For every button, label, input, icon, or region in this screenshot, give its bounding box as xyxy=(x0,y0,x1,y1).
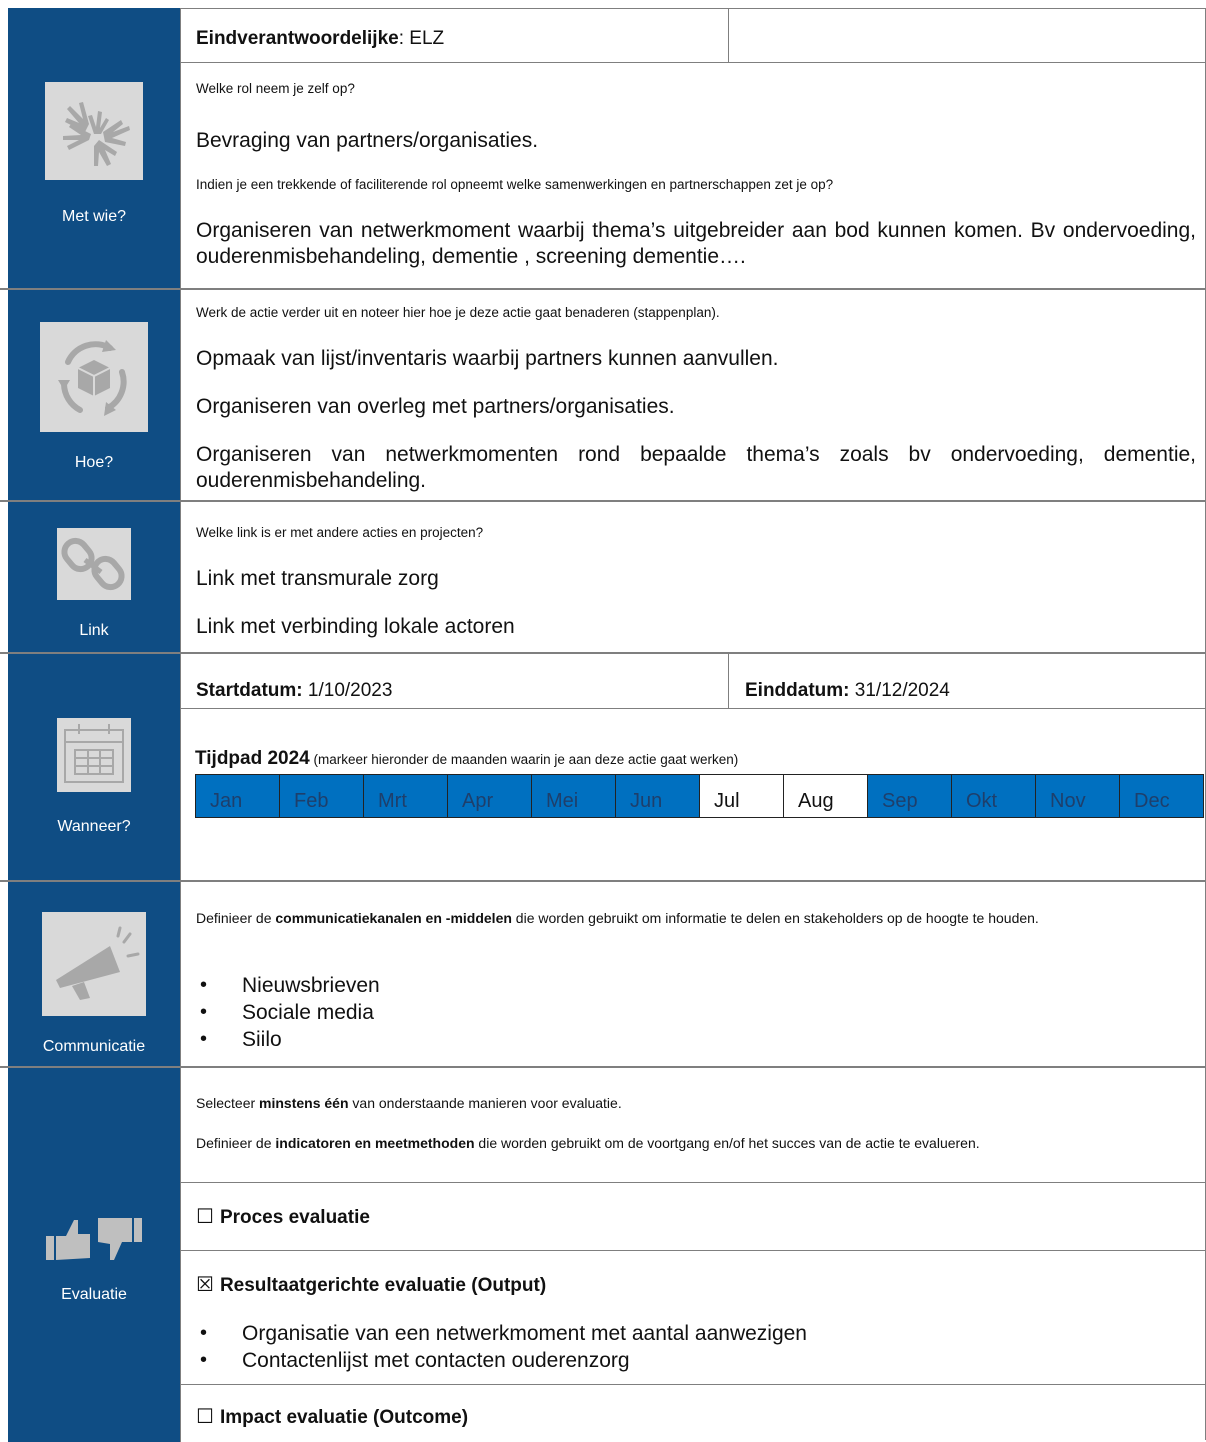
sidebar-hoe: Hoe? xyxy=(8,290,181,502)
sidebar-label: Hoe? xyxy=(74,454,114,471)
timeline-note: (markeer hieronder de maanden waarin je … xyxy=(309,752,739,767)
note-text: Selecteer xyxy=(196,1095,260,1111)
intro-bold: communicatiekanalen en -middelen xyxy=(275,910,512,926)
communication-intro: Definieer de communicatiekanalen en -mid… xyxy=(196,908,1196,929)
intro-text: Definieer de xyxy=(196,910,276,926)
sidebar-evaluatie: Evaluatie xyxy=(8,1068,181,1442)
sidebar-met-wie: Met wie? xyxy=(8,8,181,288)
sidebar-link: Link xyxy=(8,502,181,654)
note-bold: minstens één xyxy=(259,1095,349,1111)
month-cell-jun[interactable]: Jun xyxy=(616,775,700,817)
sidebar-label: Link xyxy=(79,622,109,639)
owner-value: : ELZ xyxy=(398,28,445,49)
checkbox-unchecked[interactable]: ☐ xyxy=(196,1206,214,1228)
note-text: die worden gebruikt om de voortgang en/o… xyxy=(474,1135,980,1151)
end-date-label: Einddatum: xyxy=(745,680,850,701)
start-date: Startdatum: 1/10/2023 xyxy=(196,680,1196,702)
option-output[interactable]: ☒ Resultaatgerichte evaluatie (Output) xyxy=(196,1272,1196,1297)
partnership-answer: Organiseren van netwerkmoment waarbij th… xyxy=(196,219,1196,268)
role-answer: Bevraging van partners/organisaties. xyxy=(196,129,539,152)
month-cell-mrt[interactable]: Mrt xyxy=(364,775,448,817)
sidebar-wanneer: Wanneer? xyxy=(8,654,181,882)
megaphone-icon xyxy=(42,912,146,1016)
hands-circle-icon xyxy=(45,82,143,180)
owner-label: Eindverantwoordelijke xyxy=(196,28,399,49)
channel-list: Nieuwsbrieven Sociale media Siilo xyxy=(196,972,1196,1053)
sidebar-label: Communicatie xyxy=(42,1038,146,1055)
month-cell-nov[interactable]: Nov xyxy=(1036,775,1120,817)
option-process[interactable]: ☐ Proces evaluatie xyxy=(196,1204,1196,1229)
evaluation-select-note: Selecteer minstens één van onderstaande … xyxy=(196,1094,1196,1112)
option-label: Resultaatgerichte evaluatie (Output) xyxy=(219,1275,547,1296)
box-cycle-icon xyxy=(40,322,148,432)
link-item: Link met transmurale zorg xyxy=(196,567,439,590)
owner-row-border xyxy=(180,62,1206,63)
section-evaluatie: Evaluatie Selecteer minstens één van ond… xyxy=(0,1066,1206,1442)
month-cell-apr[interactable]: Apr xyxy=(448,775,532,817)
end-date: Einddatum: 31/12/2024 xyxy=(745,680,950,702)
option-label: Impact evaluatie (Outcome) xyxy=(219,1407,469,1428)
approach-question: Werk de actie verder uit en noteer hier … xyxy=(196,305,720,320)
list-item: Siilo xyxy=(196,1026,1196,1053)
option-divider xyxy=(180,1250,1206,1251)
end-date-value: 31/12/2024 xyxy=(849,680,950,701)
date-row-border xyxy=(180,708,1206,709)
sidebar-label: Met wie? xyxy=(61,208,127,225)
section-hoe: Hoe? Werk de actie verder uit en noteer … xyxy=(0,288,1206,502)
note-bold: indicatoren en meetmethoden xyxy=(275,1135,475,1151)
output-list: Organisatie van een netwerkmoment met aa… xyxy=(196,1320,1196,1374)
calendar-icon xyxy=(57,718,131,792)
month-cell-jan[interactable]: Jan xyxy=(196,775,280,817)
month-cell-dec[interactable]: Dec xyxy=(1120,775,1203,817)
checkbox-unchecked[interactable]: ☐ xyxy=(196,1406,214,1428)
approach-step: Opmaak van lijst/inventaris waarbij part… xyxy=(196,347,779,370)
intro-text: die worden gebruikt om informatie te del… xyxy=(511,910,1039,926)
list-item: Sociale media xyxy=(196,999,1196,1026)
approach-step: Organiseren van overleg met partners/org… xyxy=(196,395,675,418)
list-item: Organisatie van een netwerkmoment met aa… xyxy=(196,1320,1196,1347)
sidebar-label: Evaluatie xyxy=(61,1286,127,1303)
option-divider xyxy=(180,1182,1206,1183)
section-communicatie: Communicatie Definieer de communicatieka… xyxy=(0,880,1206,1068)
role-question: Welke rol neem je zelf op? xyxy=(196,81,355,96)
partnership-question: Indien je een trekkende of faciliterende… xyxy=(196,177,834,192)
start-date-value: 1/10/2023 xyxy=(302,680,393,701)
month-cell-jul[interactable]: Jul xyxy=(700,775,784,817)
option-label: Proces evaluatie xyxy=(219,1207,370,1228)
thumbs-up-down-icon xyxy=(42,1212,146,1266)
section-met-wie: Met wie? Eindverantwoordelijke: ELZ Welk… xyxy=(0,0,1206,288)
list-item: Nieuwsbrieven xyxy=(196,972,1196,999)
note-text: Definieer de xyxy=(196,1135,276,1151)
start-date-label: Startdatum: xyxy=(196,680,303,701)
month-cell-sep[interactable]: Sep xyxy=(868,775,952,817)
sidebar-label: Wanneer? xyxy=(57,818,131,835)
section-wanneer: Wanneer? Startdatum: 1/10/2023 Einddatum… xyxy=(0,652,1206,882)
owner-line: Eindverantwoordelijke: ELZ xyxy=(196,28,1196,50)
list-item: Contactenlijst met contacten ouderenzorg xyxy=(196,1347,1196,1374)
timeline-heading: Tijdpad 2024 (markeer hieronder de maand… xyxy=(195,748,1196,770)
action-sheet: Met wie? Eindverantwoordelijke: ELZ Welk… xyxy=(0,0,1206,1442)
link-item: Link met verbinding lokale actoren xyxy=(196,615,515,638)
section-link: Link Welke link is er met andere acties … xyxy=(0,500,1206,654)
month-cell-mei[interactable]: Mei xyxy=(532,775,616,817)
month-cell-okt[interactable]: Okt xyxy=(952,775,1036,817)
sidebar-communicatie: Communicatie xyxy=(8,882,181,1068)
chain-link-icon xyxy=(57,528,131,600)
approach-step: Organiseren van netwerkmomenten rond bep… xyxy=(196,443,1196,492)
month-cell-feb[interactable]: Feb xyxy=(280,775,364,817)
timeline-title: Tijdpad 2024 xyxy=(195,748,310,769)
link-question: Welke link is er met andere acties en pr… xyxy=(196,525,484,540)
option-divider xyxy=(180,1384,1206,1385)
month-timeline: Jan Feb Mrt Apr Mei Jun Jul Aug Sep Okt Nov Dec xyxy=(195,774,1204,818)
option-impact[interactable]: ☐ Impact evaluatie (Outcome) xyxy=(196,1404,1196,1429)
note-text: van onderstaande manieren voor evaluatie… xyxy=(348,1095,622,1111)
evaluation-define-note: Definieer de indicatoren en meetmethoden… xyxy=(196,1134,1196,1153)
checkbox-checked[interactable]: ☒ xyxy=(196,1274,214,1296)
month-cell-aug[interactable]: Aug xyxy=(784,775,868,817)
